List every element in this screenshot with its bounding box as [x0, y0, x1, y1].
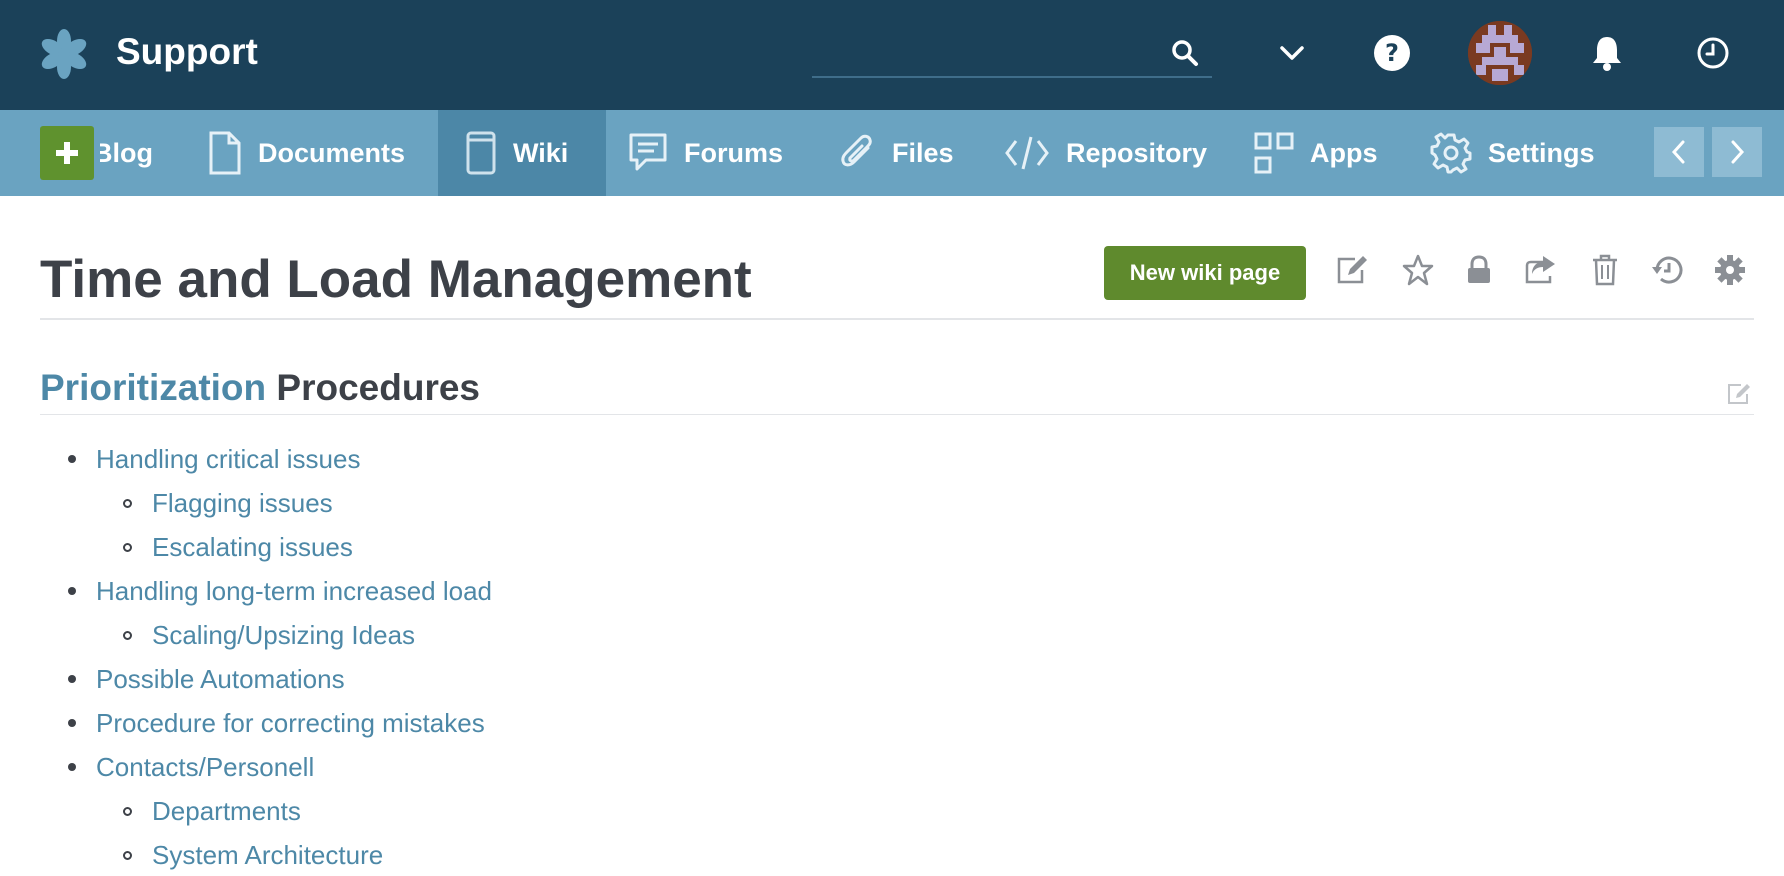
toc-link[interactable]: Flagging issues — [152, 486, 333, 520]
bullet — [68, 763, 76, 771]
top-header: Support ? — [0, 0, 1784, 110]
star-icon[interactable] — [1400, 252, 1436, 288]
section-heading-rest: Procedures — [276, 367, 480, 408]
app-title[interactable]: Support — [116, 28, 258, 76]
settings-icon[interactable] — [1712, 252, 1748, 288]
nav-item-forums[interactable]: Forums — [628, 110, 783, 196]
bullet — [123, 807, 132, 816]
nav-item-label: Repository — [1066, 137, 1208, 168]
bullet — [123, 499, 132, 508]
nav-item-documents[interactable]: Documents — [208, 110, 405, 196]
chat-icon — [628, 132, 668, 174]
paperclip-icon — [838, 134, 876, 172]
code-icon — [1004, 133, 1050, 173]
bullet — [123, 851, 132, 860]
bullet — [68, 719, 76, 727]
toc-link[interactable]: Possible Automations — [96, 662, 345, 696]
toc-link[interactable]: Procedure for correcting mistakes — [96, 706, 485, 740]
gear-icon — [1430, 132, 1472, 174]
toc-link[interactable]: Escalating issues — [152, 530, 353, 564]
nav-item-label: Documents — [258, 137, 406, 168]
asterisk-logo-icon[interactable] — [38, 28, 90, 80]
add-button[interactable] — [40, 126, 94, 180]
toc-link[interactable]: Scaling/Upsizing Ideas — [152, 618, 415, 652]
nav-item-settings[interactable]: Settings — [1430, 110, 1595, 196]
section-heading: Prioritization Procedures — [40, 364, 480, 412]
history-icon[interactable] — [1649, 252, 1685, 288]
book-icon — [465, 130, 497, 176]
clock-icon[interactable] — [1690, 30, 1736, 76]
nav-item-label: Settings — [1488, 137, 1595, 168]
nav-item-apps[interactable]: Apps — [1254, 110, 1378, 196]
nav-item-repository[interactable]: Repository — [1004, 110, 1207, 196]
toc-link[interactable]: Handling critical issues — [96, 442, 360, 476]
toc-link[interactable]: System Architecture — [152, 838, 383, 872]
nav-item-label: Forums — [684, 137, 784, 168]
section-divider — [40, 414, 1754, 415]
nav-item-label: Files — [892, 137, 954, 168]
edit-icon[interactable] — [1334, 252, 1370, 288]
search-icon[interactable] — [1170, 38, 1200, 68]
svg-text:?: ? — [1385, 39, 1399, 67]
page-title: Time and Load Management — [40, 250, 752, 309]
nav-item-label: Apps — [1310, 137, 1378, 168]
chevron-down-icon[interactable] — [1269, 30, 1315, 76]
section-nav: Blog Documents Wiki Forums Files Reposit… — [0, 110, 1784, 196]
document-icon — [208, 130, 242, 176]
nav-item-label: Blog — [100, 138, 153, 168]
toc-link[interactable]: Handling long-term increased load — [96, 574, 492, 608]
bullet — [68, 587, 76, 595]
lock-icon[interactable] — [1461, 252, 1497, 288]
nav-item-blog[interactable]: Blog — [100, 110, 164, 196]
bullet — [68, 675, 76, 683]
chevron-left-icon — [1671, 140, 1685, 164]
bullet — [123, 631, 132, 640]
new-wiki-page-button[interactable]: New wiki page — [1104, 246, 1306, 300]
help-icon[interactable]: ? — [1369, 30, 1415, 76]
avatar[interactable] — [1468, 21, 1532, 85]
plus-icon — [56, 142, 78, 164]
grid-icon — [1254, 132, 1294, 174]
bell-icon[interactable] — [1584, 30, 1630, 76]
section-edit-icon[interactable] — [1726, 382, 1752, 406]
nav-item-wiki[interactable]: Wiki — [438, 110, 606, 196]
trash-icon[interactable] — [1587, 252, 1623, 288]
section-heading-highlight: Prioritization — [40, 367, 267, 408]
nav-item-files[interactable]: Files — [838, 110, 954, 196]
title-divider — [40, 318, 1754, 320]
toc-link[interactable]: Contacts/Personell — [96, 750, 314, 784]
nav-scroll-left-button[interactable] — [1654, 127, 1704, 177]
nav-item-label: Wiki — [513, 137, 569, 168]
nav-scroll-right-button[interactable] — [1712, 127, 1762, 177]
bullet — [68, 455, 76, 463]
toc-link[interactable]: Departments — [152, 794, 301, 828]
bullet — [123, 543, 132, 552]
search-box[interactable] — [812, 30, 1212, 78]
search-input[interactable] — [812, 30, 1162, 76]
share-icon[interactable] — [1522, 252, 1558, 288]
chevron-right-icon — [1731, 140, 1745, 164]
